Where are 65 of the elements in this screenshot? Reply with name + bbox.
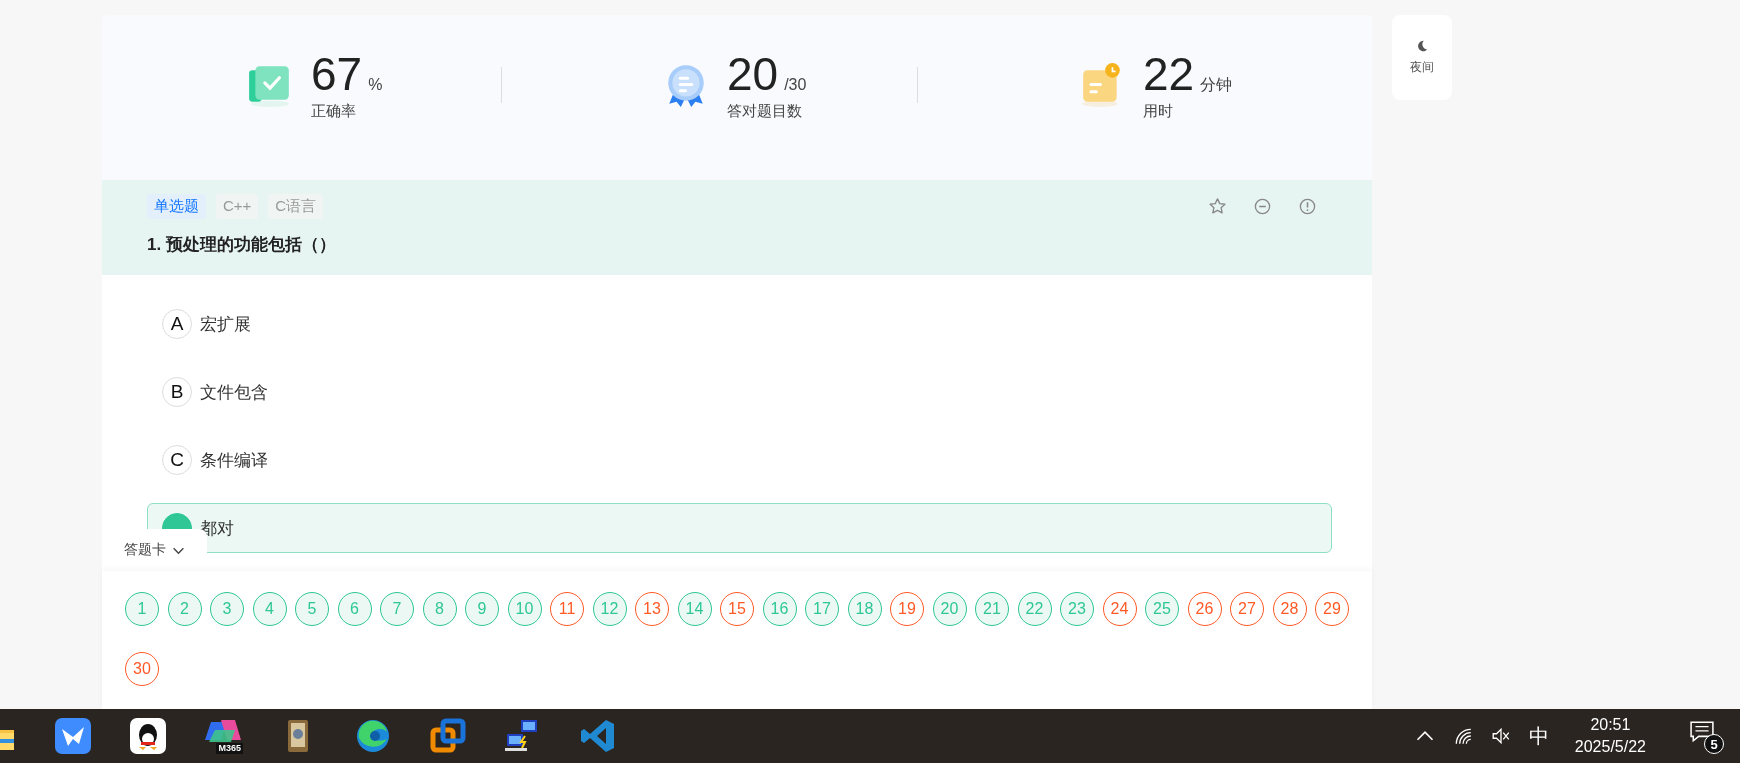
- question-number-button[interactable]: 5: [295, 592, 329, 626]
- stat-unit: 分钟: [1200, 75, 1233, 95]
- question-number-button[interactable]: 2: [167, 592, 202, 626]
- stat-label: 正确率: [311, 102, 357, 121]
- stat-value: 67: [311, 48, 363, 100]
- question-number-button[interactable]: 16: [762, 592, 797, 626]
- stat-label: 答对题目数: [727, 102, 803, 121]
- overlapping-squares-icon[interactable]: [430, 718, 466, 754]
- question-number-button[interactable]: 27: [1230, 592, 1264, 626]
- penguin-app-icon[interactable]: [130, 718, 166, 754]
- option-text: 文件包含: [200, 381, 268, 404]
- question-number-button[interactable]: 4: [252, 592, 287, 626]
- option-letter: C: [162, 445, 192, 475]
- stat-label: 用时: [1143, 102, 1174, 121]
- input-method-indicator[interactable]: 中: [1528, 722, 1549, 750]
- warning-circle-icon[interactable]: [1298, 197, 1317, 216]
- question-number-button[interactable]: 21: [975, 592, 1009, 626]
- answer-option[interactable]: B 文件包含: [147, 367, 1332, 417]
- question-number-button[interactable]: 20: [932, 592, 967, 626]
- muted-speaker-icon[interactable]: [1490, 726, 1511, 746]
- option-letter: A: [162, 309, 192, 339]
- question-number-button[interactable]: 1: [125, 592, 159, 626]
- stat-unit: /30: [784, 76, 807, 94]
- question-number-button[interactable]: 24: [1102, 592, 1137, 626]
- question-number-button[interactable]: 30: [125, 652, 159, 686]
- tag: C++: [216, 194, 259, 219]
- edge-browser-icon[interactable]: [355, 718, 391, 754]
- question-number-button[interactable]: 11: [550, 592, 584, 626]
- option-text: 宏扩展: [200, 313, 251, 336]
- question-number-button[interactable]: 18: [847, 592, 882, 626]
- answer-option[interactable]: C 条件编译: [147, 435, 1332, 485]
- question-number-button[interactable]: 13: [635, 592, 669, 626]
- answer-option[interactable]: A 宏扩展: [147, 299, 1332, 349]
- code-editor-icon[interactable]: [580, 718, 616, 754]
- question-number-button[interactable]: 15: [720, 592, 754, 626]
- stat-value: 20: [727, 48, 779, 100]
- question-number-button[interactable]: 7: [380, 592, 414, 626]
- question-number-button[interactable]: 19: [890, 592, 924, 626]
- question-number-button[interactable]: 29: [1315, 592, 1349, 626]
- clock[interactable]: 20:51 2025/5/22: [1574, 716, 1646, 756]
- tag: 单选题: [147, 194, 206, 219]
- question-number-button[interactable]: 3: [210, 592, 244, 626]
- tag: C语言: [268, 194, 324, 219]
- question-number-button[interactable]: 22: [1017, 592, 1052, 626]
- question-number-button[interactable]: 9: [465, 592, 499, 626]
- question-number-button[interactable]: 8: [422, 592, 457, 626]
- question-number-button[interactable]: 17: [805, 592, 839, 626]
- option-text: 条件编译: [200, 449, 268, 472]
- moon-icon: [1415, 39, 1429, 53]
- question-number-button[interactable]: 10: [507, 592, 542, 626]
- question-number-button[interactable]: 23: [1060, 592, 1094, 626]
- star-icon[interactable]: [1208, 197, 1227, 216]
- option-letter: B: [162, 377, 192, 407]
- night-mode-button[interactable]: 夜间: [1392, 15, 1452, 100]
- question-number-button[interactable]: 25: [1145, 592, 1179, 626]
- question-number-button[interactable]: 26: [1187, 592, 1222, 626]
- stat-value: 22: [1143, 48, 1195, 100]
- minus-circle-icon[interactable]: [1253, 197, 1272, 216]
- question-number-button[interactable]: 12: [592, 592, 627, 626]
- question-text: 1. 预处理的功能包括（）: [147, 234, 337, 256]
- question-number-button[interactable]: 6: [337, 592, 372, 626]
- question-number-button[interactable]: 28: [1272, 592, 1307, 626]
- question-number-button[interactable]: 14: [677, 592, 712, 626]
- bird-app-icon[interactable]: [55, 718, 91, 754]
- stat-unit: %: [368, 76, 383, 94]
